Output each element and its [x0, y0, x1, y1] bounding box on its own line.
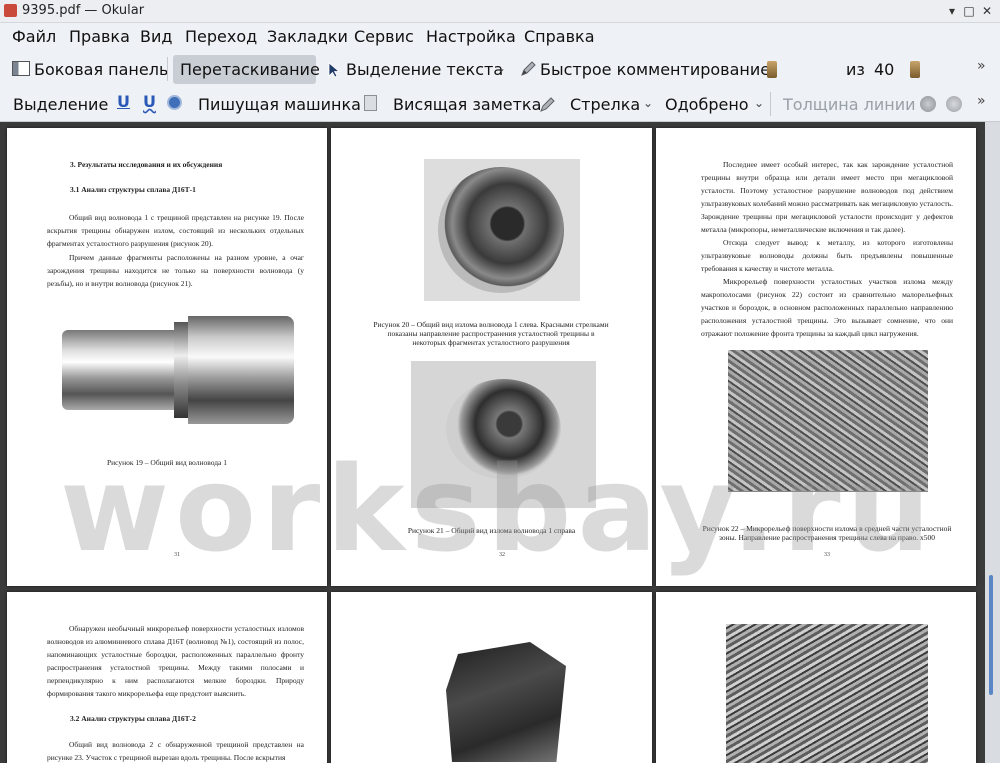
page-total-label: 40 [874, 60, 895, 79]
highlight-tool-button[interactable]: Выделение [13, 95, 108, 114]
previous-page-icon[interactable] [767, 61, 777, 78]
fracture-photo-right [411, 361, 596, 508]
sidebar-button[interactable]: Боковая панель [34, 60, 168, 79]
page-number: 33 [824, 552, 830, 558]
line-width-button[interactable]: Толщина линии [783, 95, 916, 114]
menu-view[interactable]: Вид [140, 27, 172, 46]
chevron-down-icon[interactable]: ⌄ [496, 61, 506, 75]
page-32[interactable]: Рисунок 20 – Общий вид излома волновода … [331, 128, 652, 586]
figure-caption: Рисунок 20 – Общий вид излома волновода … [373, 320, 609, 347]
quick-annotation-button[interactable]: Быстрое комментирование [540, 60, 770, 79]
menu-file[interactable]: Файл [12, 27, 56, 46]
page-number: 32 [499, 552, 505, 558]
scrollbar-thumb[interactable] [989, 575, 993, 695]
figure-caption: Рисунок 19 – Общий вид волновода 1 [106, 458, 228, 467]
paragraph: Микрорельеф поверхности усталостных учас… [701, 277, 953, 338]
page-of-label: из [846, 60, 865, 79]
stamp-tool-button[interactable]: Одобрено [665, 95, 749, 114]
section-heading: 3. Результаты исследования и их обсужден… [70, 160, 223, 169]
waveguide-photo [62, 316, 294, 424]
squiggle-icon[interactable]: U [143, 92, 156, 111]
page-31[interactable]: 3. Результаты исследования и их обсужден… [7, 128, 327, 586]
menu-settings[interactable]: Настройка [426, 27, 516, 46]
toolbar-overflow-icon[interactable]: » [977, 58, 986, 74]
annotation-toolbar: Выделение U U Пишущая машинка Висящая за… [0, 88, 1000, 122]
fracture-photo-left [424, 159, 580, 301]
maximize-button[interactable]: □ [962, 4, 976, 18]
page-36[interactable] [656, 592, 976, 763]
page-35[interactable] [331, 592, 652, 763]
menu-help[interactable]: Справка [524, 27, 595, 46]
chevron-down-icon[interactable]: ⌄ [643, 96, 653, 110]
figure-caption: Рисунок 21 – Общий вид излома волновода … [407, 526, 576, 535]
next-page-icon[interactable] [910, 61, 920, 78]
cursor-arrow-icon [328, 62, 340, 78]
menu-bookmarks[interactable]: Закладки [267, 27, 348, 46]
menu-go[interactable]: Переход [185, 27, 257, 46]
subsection-heading: 3.1 Анализ структуры сплава Д16Т-1 [70, 185, 196, 194]
paragraph: Причем данные фрагменты расположены на р… [47, 253, 304, 288]
specimen-photo [436, 642, 576, 762]
arrow-pen-icon [540, 97, 555, 112]
color-icon[interactable] [920, 96, 936, 112]
page-33[interactable]: Последнее имеет особый интерес, так как … [656, 128, 976, 586]
toolbar-separator [770, 92, 771, 116]
note-icon [364, 95, 377, 111]
menu-bar: Файл Правка Вид Переход Закладки Сервис … [0, 23, 1000, 51]
popup-note-tool-button[interactable]: Висящая заметка [393, 95, 541, 114]
strikeout-icon[interactable] [167, 95, 182, 110]
toolbar-separator [167, 57, 168, 81]
sidebar-icon [12, 61, 30, 76]
underline-icon[interactable]: U [117, 92, 130, 111]
arrow-tool-button[interactable]: Стрелка [570, 95, 640, 114]
title-bar: 9395.pdf — Okular ▾ □ ✕ [0, 0, 1000, 23]
paragraph: Общий вид волновода 2 с обнаруженной тре… [47, 740, 304, 762]
page-34[interactable]: Обнаружен необычный микрорельеф поверхно… [7, 592, 327, 763]
page-number: 31 [174, 552, 180, 558]
paragraph: Отсюда следует вывод: к металлу, из кото… [701, 238, 953, 273]
pen-icon [521, 61, 536, 76]
paragraph: Общий вид волновода 1 с трещиной предста… [47, 213, 304, 248]
menu-tools[interactable]: Сервис [354, 27, 414, 46]
document-viewer[interactable]: 3. Результаты исследования и их обсужден… [0, 122, 1000, 763]
font-icon[interactable] [946, 96, 962, 112]
main-toolbar: Боковая панель Перетаскивание Выделение … [0, 52, 1000, 137]
minimize-button[interactable]: ▾ [945, 4, 959, 18]
text-select-tool-button[interactable]: Выделение текста [346, 60, 503, 79]
subsection-heading: 3.2 Анализ структуры сплава Д16Т-2 [70, 714, 196, 723]
app-icon [4, 4, 17, 17]
figure-caption: Рисунок 22 – Микрорельеф поверхности изл… [702, 524, 952, 542]
chevron-down-icon[interactable]: ⌄ [754, 96, 764, 110]
sem-micrograph [726, 624, 928, 763]
close-button[interactable]: ✕ [980, 4, 994, 18]
menu-edit[interactable]: Правка [69, 27, 130, 46]
typewriter-tool-button[interactable]: Пишущая машинка [198, 95, 361, 114]
paragraph: Последнее имеет особый интерес, так как … [701, 160, 953, 234]
window-title: 9395.pdf — Okular [22, 3, 145, 18]
paragraph: Обнаружен необычный микрорельеф поверхно… [47, 624, 304, 698]
sem-micrograph [728, 350, 928, 510]
toolbar-overflow-icon[interactable]: » [977, 93, 986, 109]
browse-tool-button[interactable]: Перетаскивание [180, 60, 320, 79]
